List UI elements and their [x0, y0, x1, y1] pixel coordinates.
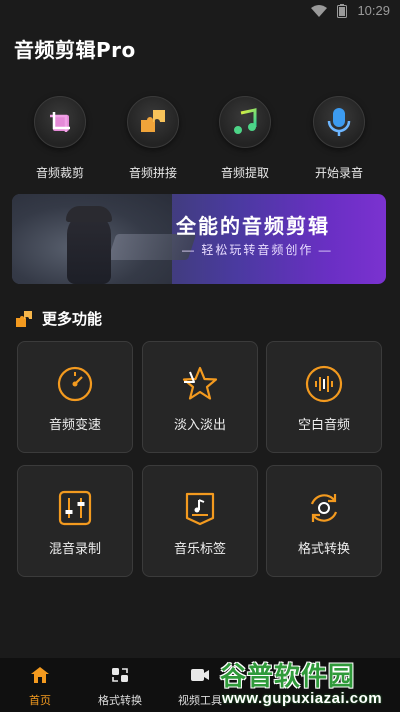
waveform-icon — [305, 365, 343, 403]
crop-icon — [34, 96, 86, 148]
banner-person-shape — [67, 212, 111, 284]
watermark: 谷普软件园 www.gupuxiazai.com — [214, 654, 400, 712]
puzzle-icon — [16, 310, 32, 327]
watermark-name: 谷普软件园 — [220, 661, 356, 691]
mixer-sliders-icon — [58, 490, 92, 526]
tool-label: 音频提取 — [220, 166, 269, 180]
speedometer-icon — [57, 366, 93, 402]
section-title: 更多功能 — [42, 311, 103, 328]
battery-icon — [337, 3, 348, 18]
tool-label: 开始录音 — [314, 166, 363, 180]
music-note-icon — [219, 96, 271, 148]
section-header: 更多功能 — [14, 308, 102, 329]
convert-icon — [112, 668, 128, 682]
feature-card-format-convert[interactable]: 格式转换 — [266, 465, 382, 577]
tool-label: 音频拼接 — [128, 166, 177, 180]
home-icon — [31, 667, 49, 683]
banner-image — [12, 194, 197, 284]
feature-label: 空白音频 — [297, 417, 350, 432]
nav-format-convert[interactable]: 格式转换 — [84, 666, 156, 708]
watermark-url: www.gupuxiazai.com — [222, 690, 383, 707]
banner-subtitle: — 轻松玩转音频创作 — — [182, 243, 333, 257]
tool-label: 音频裁剪 — [35, 166, 84, 180]
wifi-icon — [311, 4, 328, 17]
top-tools: 音频裁剪 音频拼接 音频提取 开始录音 — [0, 96, 400, 186]
tool-audio-extract[interactable]: 音频提取 — [200, 96, 290, 181]
feature-label: 音频变速 — [48, 417, 101, 432]
feature-card-speed[interactable]: 音频变速 — [17, 341, 133, 453]
feature-label: 格式转换 — [297, 541, 350, 556]
status-icons: 10:29 — [311, 3, 390, 18]
status-bar: 10:29 — [0, 0, 400, 24]
nav-label: 格式转换 — [98, 695, 142, 707]
puzzle-icon — [127, 96, 179, 148]
nav-home[interactable]: 首页 — [4, 666, 76, 708]
banner-title: 全能的音频剪辑 — [176, 216, 330, 238]
feature-label: 混音录制 — [48, 541, 101, 556]
feature-card-mix-record[interactable]: 混音录制 — [17, 465, 133, 577]
tool-start-recording[interactable]: 开始录音 — [294, 96, 384, 181]
microphone-icon — [313, 96, 365, 148]
feature-card-music-tag[interactable]: 音乐标签 — [142, 465, 258, 577]
refresh-circle-icon — [310, 494, 338, 522]
feature-label: 音乐标签 — [173, 541, 226, 556]
tool-audio-crop[interactable]: 音频裁剪 — [15, 96, 105, 181]
star-icon — [182, 366, 218, 400]
video-icon — [191, 669, 209, 681]
banner-hat-shape — [66, 206, 112, 222]
feature-card-fade[interactable]: 淡入淡出 — [142, 341, 258, 453]
status-time: 10:29 — [357, 3, 390, 18]
app-title: 音频剪辑Pro — [14, 38, 136, 62]
feature-label: 淡入淡出 — [173, 417, 226, 432]
promo-banner[interactable]: 全能的音频剪辑 — 轻松玩转音频创作 — — [12, 194, 386, 284]
tool-audio-merge[interactable]: 音频拼接 — [108, 96, 198, 181]
music-tag-icon — [185, 492, 215, 526]
nav-label: 首页 — [29, 695, 51, 707]
feature-card-blank-audio[interactable]: 空白音频 — [266, 341, 382, 453]
